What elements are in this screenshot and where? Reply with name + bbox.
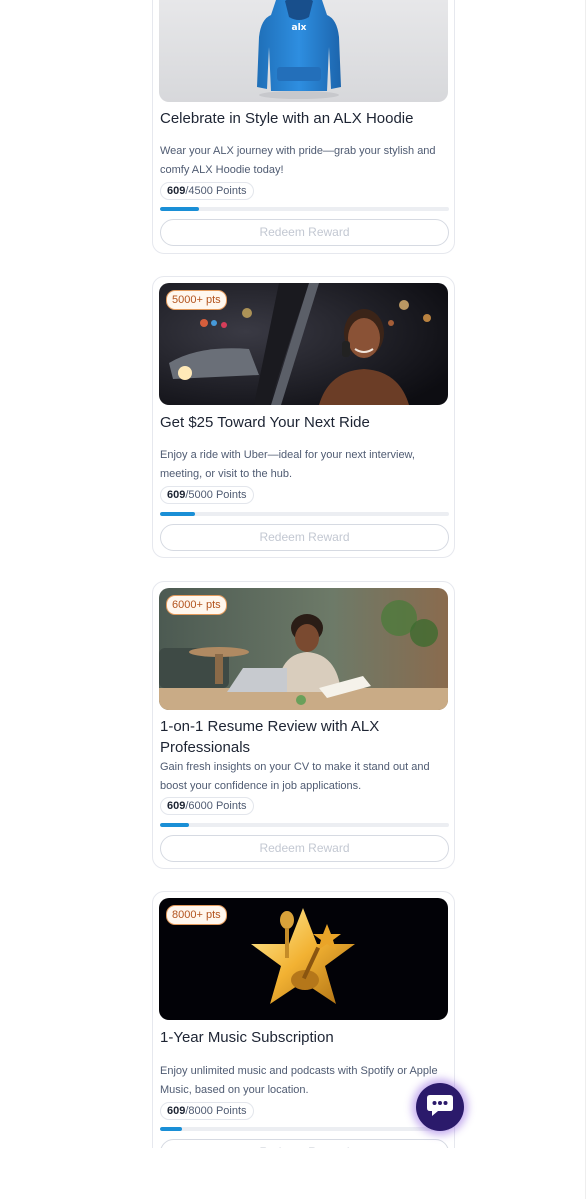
points-progress-chip: 609/4500 Points <box>160 182 254 200</box>
reward-title: 1-on-1 Resume Review with ALX Profession… <box>160 718 380 756</box>
chat-icon <box>426 1093 454 1122</box>
reward-description: Enjoy a ride with Uber—ideal for your ne… <box>160 449 415 480</box>
points-badge: 8000+ pts <box>166 905 227 925</box>
reward-description: Gain fresh insights on your CV to make i… <box>160 761 430 792</box>
reward-title: Get $25 Toward Your Next Ride <box>160 414 370 431</box>
rewards-page: alx Celebrate in Style with an ALX Hoodi… <box>0 0 588 1199</box>
points-progress-chip: 609/5000 Points <box>160 486 254 504</box>
current-points: 609 <box>167 489 186 501</box>
progress-bar <box>160 823 449 827</box>
required-points: /4500 Points <box>185 185 247 197</box>
current-points: 609 <box>167 185 186 197</box>
reward-card-resume-review: 6000+ pts 1-on-1 Resume Review with ALX … <box>152 581 455 869</box>
points-progress-chip: 609/6000 Points <box>160 797 254 815</box>
chat-button[interactable] <box>416 1083 464 1131</box>
required-points: /8000 Points <box>185 1105 247 1117</box>
reward-card-music-subscription: 8000+ pts 1-Year Music Subscription Enjo… <box>152 891 455 1181</box>
progress-bar-fill <box>160 1127 182 1131</box>
hoodie-logo: alx <box>292 23 307 33</box>
points-progress-chip: 609/8000 Points <box>160 1102 254 1120</box>
points-badge: 6000+ pts <box>166 595 227 615</box>
progress-bar-fill <box>160 823 190 827</box>
points-badge: 5000+ pts <box>166 290 227 310</box>
progress-bar <box>160 512 449 516</box>
redeem-reward-button[interactable]: Redeem Reward <box>160 835 449 862</box>
reward-description: Wear your ALX journey with pride—grab yo… <box>160 145 436 176</box>
redeem-reward-button[interactable]: Redeem Reward <box>160 524 449 551</box>
redeem-reward-button[interactable]: Redeem Reward <box>160 219 449 246</box>
bottom-fade <box>0 1148 588 1199</box>
progress-bar <box>160 1127 449 1131</box>
current-points: 609 <box>167 1105 186 1117</box>
hoodie-image: alx <box>159 0 448 102</box>
reward-card-hoodie: alx Celebrate in Style with an ALX Hoodi… <box>152 0 455 254</box>
progress-bar <box>160 207 449 211</box>
progress-bar-fill <box>160 512 196 516</box>
reward-title: Celebrate in Style with an ALX Hoodie <box>160 110 414 127</box>
progress-bar-fill <box>160 207 199 211</box>
reward-card-ride: 5000+ pts Get $25 Toward Your Next Ride … <box>152 276 455 558</box>
required-points: /6000 Points <box>185 800 247 812</box>
current-points: 609 <box>167 800 186 812</box>
required-points: /5000 Points <box>185 489 247 501</box>
reward-description: Enjoy unlimited music and podcasts with … <box>160 1065 438 1096</box>
scrollbar-track <box>585 0 586 1199</box>
reward-title: 1-Year Music Subscription <box>160 1029 334 1046</box>
